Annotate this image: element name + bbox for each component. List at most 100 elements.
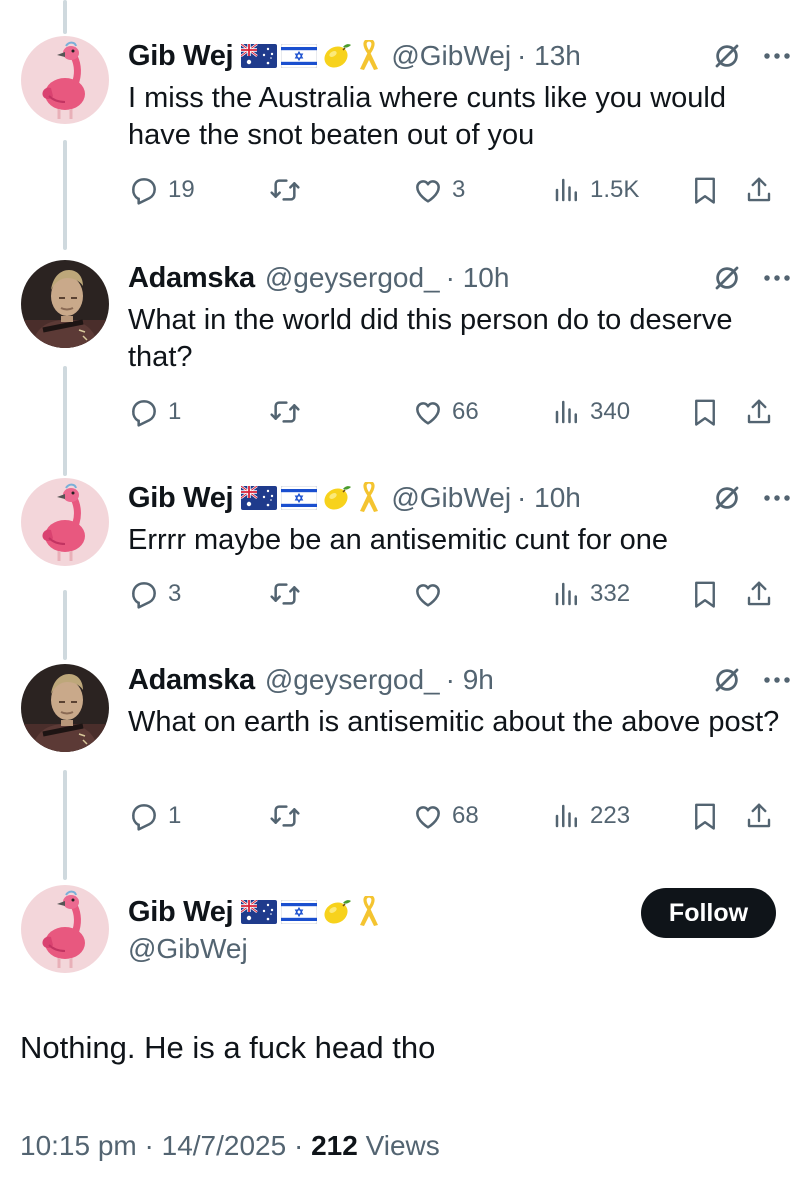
views-count: 340: [590, 398, 631, 425]
tweet-actions: 1 66 340: [128, 392, 788, 432]
bookmark-icon: [690, 397, 720, 427]
reply-button[interactable]: 19: [128, 170, 195, 210]
views-label: Views: [357, 1130, 440, 1161]
reply-icon: [128, 578, 160, 610]
reply-button[interactable]: 1: [128, 392, 181, 432]
retweet-button[interactable]: [268, 574, 310, 614]
retweet-button[interactable]: [268, 170, 310, 210]
grok-icon[interactable]: [712, 483, 742, 513]
share-icon: [744, 579, 774, 609]
share-button[interactable]: [744, 574, 774, 614]
views-icon: [552, 397, 582, 427]
thread-tweet[interactable]: Gib Wej @GibWej · 13h I miss the Austral…: [0, 36, 812, 216]
views-button[interactable]: 1.5K: [552, 170, 639, 210]
heart-icon: [412, 578, 444, 610]
timestamp[interactable]: · 13h: [517, 40, 581, 72]
views-icon: [552, 175, 582, 205]
retweet-icon: [268, 174, 302, 206]
thread-tweet[interactable]: Adamska @geysergod_ · 10h What in the wo…: [0, 258, 812, 438]
reply-button[interactable]: 3: [128, 574, 181, 614]
handle[interactable]: @geysergod_: [265, 664, 440, 696]
display-name[interactable]: Adamska: [128, 664, 255, 697]
views-button[interactable]: 223: [552, 796, 630, 836]
avatar[interactable]: [21, 478, 109, 566]
tweet-text: I miss the Australia where cunts like yo…: [128, 82, 726, 151]
name-emojis: [241, 40, 381, 72]
australia-flag-icon: [241, 900, 277, 924]
tweet-text: What in the world did this person do to …: [128, 304, 733, 373]
grok-icon[interactable]: [712, 41, 742, 71]
retweet-button[interactable]: [268, 796, 310, 836]
handle[interactable]: @GibWej: [391, 482, 511, 514]
like-button[interactable]: 66: [412, 392, 479, 432]
lemon-icon: [321, 896, 353, 928]
like-count: 68: [452, 802, 479, 829]
yellow-ribbon-icon: [357, 40, 381, 72]
tweet-text: What on earth is antisemitic about the a…: [128, 706, 780, 738]
tweet-actions: 19 3 1.5K: [128, 170, 788, 210]
yellow-ribbon-icon: [357, 482, 381, 514]
bookmark-icon: [690, 801, 720, 831]
grok-icon[interactable]: [712, 263, 742, 293]
more-icon[interactable]: [762, 273, 792, 283]
timestamp[interactable]: · 10h: [517, 482, 581, 514]
thread-line-top: [63, 0, 67, 34]
handle[interactable]: @GibWej: [391, 40, 511, 72]
yellow-ribbon-icon: [357, 896, 381, 928]
follow-button[interactable]: Follow: [641, 888, 776, 938]
more-icon[interactable]: [762, 675, 792, 685]
australia-flag-icon: [241, 44, 277, 68]
tweet-header: Adamska @geysergod_ · 10h: [128, 258, 792, 298]
views-icon: [552, 801, 582, 831]
israel-flag-icon: [281, 900, 317, 924]
name-emojis: [241, 896, 381, 928]
reply-count: 19: [168, 176, 195, 203]
bookmark-button[interactable]: [690, 796, 720, 836]
retweet-button[interactable]: [268, 392, 310, 432]
tweet-header: Gib Wej @GibWej · 10h: [128, 478, 792, 518]
grok-icon[interactable]: [712, 665, 742, 695]
israel-flag-icon: [281, 486, 317, 510]
thread-tweet[interactable]: Gib Wej @GibWej · 10h Errrr maybe be an …: [0, 478, 812, 618]
bookmark-button[interactable]: [690, 170, 720, 210]
timestamp[interactable]: · 10h: [446, 262, 510, 294]
avatar[interactable]: [21, 664, 109, 752]
like-count: 3: [452, 176, 466, 203]
display-name[interactable]: Adamska: [128, 262, 255, 295]
views-button[interactable]: 332: [552, 574, 630, 614]
heart-icon: [412, 396, 444, 428]
reply-count: 1: [168, 398, 182, 425]
tweet-meta: 10:15 pm · 14/7/2025 · 212 Views: [20, 1130, 440, 1162]
retweet-icon: [268, 800, 302, 832]
like-button[interactable]: 68: [412, 796, 479, 836]
tweet-actions: 1 68 223: [128, 796, 788, 836]
views-button[interactable]: 340: [552, 392, 630, 432]
retweet-icon: [268, 396, 302, 428]
thread-tweet[interactable]: Adamska @geysergod_ · 9h What on earth i…: [0, 660, 812, 840]
handle[interactable]: @geysergod_: [265, 262, 440, 294]
like-button[interactable]: 3: [412, 170, 465, 210]
bookmark-button[interactable]: [690, 574, 720, 614]
display-name[interactable]: Gib Wej: [128, 482, 234, 515]
display-name[interactable]: Gib Wej: [128, 896, 234, 929]
more-icon[interactable]: [762, 51, 792, 61]
avatar[interactable]: [21, 885, 109, 973]
handle[interactable]: @GibWej: [128, 933, 248, 965]
share-icon: [744, 397, 774, 427]
australia-flag-icon: [241, 486, 277, 510]
display-name[interactable]: Gib Wej: [128, 40, 234, 73]
timestamp[interactable]: · 9h: [446, 664, 494, 696]
reply-count: 1: [168, 802, 182, 829]
share-button[interactable]: [744, 796, 774, 836]
avatar[interactable]: [21, 260, 109, 348]
share-button[interactable]: [744, 392, 774, 432]
avatar[interactable]: [21, 36, 109, 124]
reply-button[interactable]: 1: [128, 796, 181, 836]
bookmark-button[interactable]: [690, 392, 720, 432]
post-time[interactable]: 10:15 pm · 14/7/2025 ·: [20, 1130, 311, 1161]
share-button[interactable]: [744, 170, 774, 210]
retweet-icon: [268, 578, 302, 610]
more-icon[interactable]: [762, 493, 792, 503]
like-button[interactable]: [412, 574, 452, 614]
main-tweet-text: Nothing. He is a fuck head tho: [20, 1030, 436, 1065]
